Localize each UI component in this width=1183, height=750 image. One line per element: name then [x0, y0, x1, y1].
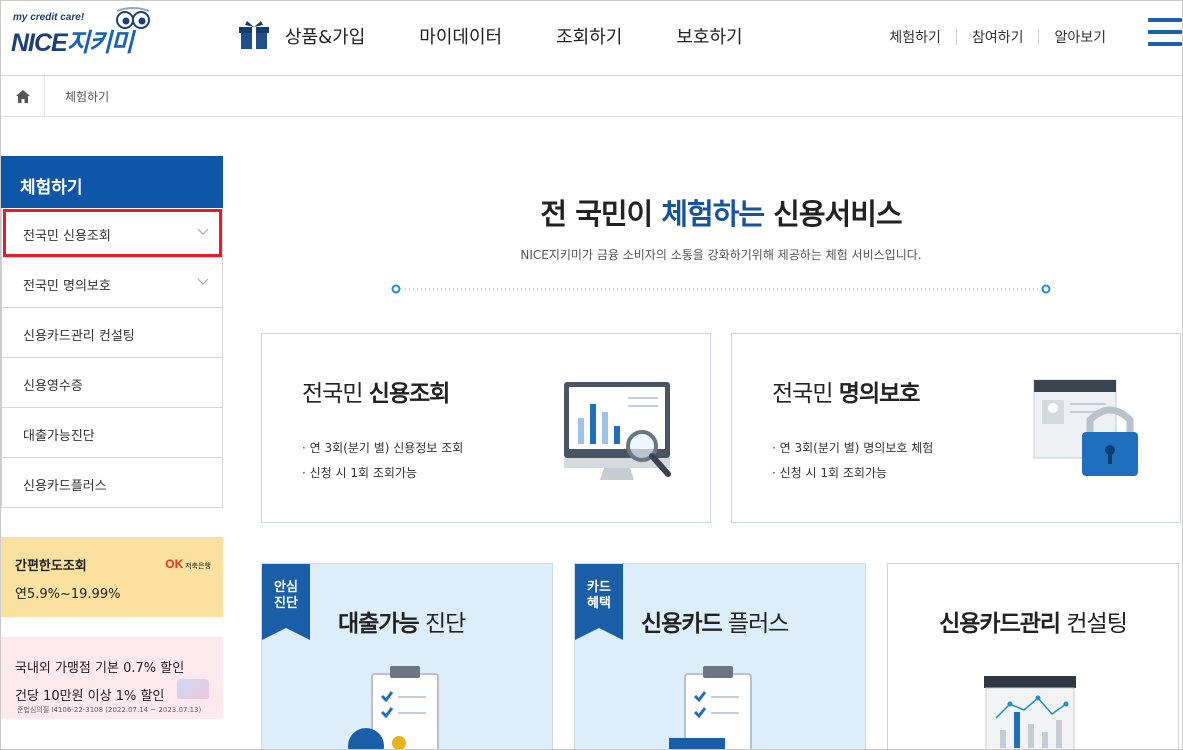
tile-loan-diagnosis[interactable]: 안심 진단 대출가능 진단 [261, 563, 553, 749]
menu-hamburger-icon[interactable] [1148, 18, 1182, 48]
gift-icon [239, 21, 269, 49]
sidebar-item-loan-diagnosis[interactable]: 대출가능진단 [2, 408, 223, 458]
tile-card-consulting[interactable]: 신용카드관리 컨설팅 [887, 563, 1179, 749]
tile-title: 대출가능 진단 [338, 604, 466, 638]
site-header: my credit care! NICE지키미 상품&가입 마이데이터 조회하기… [1, 1, 1182, 76]
card-title: 전국민 명의보호 [772, 374, 921, 408]
sidebar: 체험하기 전국민 신용조회 전국민 명의보호 신용카드관리 컨설팅 신용영수증 … [1, 156, 223, 508]
ribbon-line1: 안심 [274, 580, 298, 595]
clipboard-money-icon [348, 666, 439, 749]
sidebar-item-card-consulting[interactable]: 신용카드관리 컨설팅 [2, 308, 223, 358]
chevron-down-icon [198, 228, 208, 235]
card-line: · 연 3회(분기 별) 신용정보 조회 [302, 441, 464, 455]
card-credit-inquiry[interactable]: 전국민 신용조회 · 연 3회(분기 별) 신용정보 조회 · 신청 시 1회 … [261, 333, 711, 523]
tile-title-light: 진단 [418, 611, 466, 637]
sidebar-item-label: 대출가능진단 [23, 429, 95, 444]
nav-inquiry[interactable]: 조회하기 [556, 23, 622, 49]
sidebar-menu: 전국민 신용조회 전국민 명의보호 신용카드관리 컨설팅 신용영수증 대출가능진… [1, 208, 223, 508]
ribbon-label: 카드 혜택 [575, 564, 623, 640]
tile-title: 신용카드관리 컨설팅 [888, 604, 1178, 638]
util-participate[interactable]: 참여하기 [972, 27, 1024, 47]
tile-title: 신용카드 플러스 [641, 604, 789, 638]
page-title-post: 신용서비스 [764, 197, 902, 231]
sidebar-item-label: 전국민 신용조회 [23, 229, 111, 244]
ok-bank-sub: 저축은행 [185, 563, 211, 570]
home-icon[interactable] [1, 75, 45, 117]
card-title-light: 전국민 [302, 381, 369, 407]
nice-logo[interactable]: my credit care! NICE지키미 [11, 7, 161, 57]
monitor-chart-icon [564, 382, 671, 480]
credit-card-icon [177, 679, 209, 699]
sidebar-title: 체험하기 [1, 156, 223, 208]
ok-bank-logo: OK 저축은행 [165, 557, 211, 571]
nav-mydata[interactable]: 마이데이터 [419, 23, 502, 49]
util-experience[interactable]: 체험하기 [889, 27, 941, 47]
card-title-bold: 명의보호 [838, 381, 921, 407]
logo-tagline: my credit care! [13, 12, 85, 23]
util-divider [1038, 29, 1040, 45]
card-identity-protection[interactable]: 전국민 명의보호 · 연 3회(분기 별) 명의보호 체험 · 신청 시 1회 … [731, 333, 1181, 523]
card-line: · 연 3회(분기 별) 명의보호 체험 [772, 441, 934, 455]
tile-title-bold: 신용카드관리 [939, 611, 1061, 637]
logo-eyes-icon [116, 7, 150, 29]
tile-title-bold: 신용카드 [641, 611, 723, 637]
dotted-divider [391, 284, 1051, 294]
ad-card-notice: 준법심의필 I4106-22-3108 (2022.07.14 ~ 2023.0… [17, 706, 202, 714]
breadcrumb: 체험하기 [1, 75, 1182, 117]
sidebar-item-label: 신용카드플러스 [23, 479, 107, 494]
chevron-down-icon [198, 278, 208, 285]
sidebar-item-label: 신용카드관리 컨설팅 [23, 329, 135, 344]
ribbon-line2: 진단 [274, 596, 298, 611]
card-title-light: 전국민 [772, 381, 839, 407]
tile-card-plus[interactable]: 카드 혜택 신용카드 플러스 [574, 563, 866, 749]
ribbon-label: 안심 진단 [262, 564, 310, 640]
sidebar-item-credit-inquiry[interactable]: 전국민 신용조회 [2, 208, 223, 258]
presentation-board-icon [984, 676, 1076, 749]
util-divider [955, 29, 957, 45]
breadcrumb-current: 체험하기 [65, 89, 110, 104]
page-frame: my credit care! NICE지키미 상품&가입 마이데이터 조회하기… [0, 0, 1183, 750]
padlock-document-icon [1033, 379, 1138, 476]
loan-limit-ad[interactable]: 간편한도조회 연5.9%~19.99% OK 저축은행 [1, 537, 223, 617]
card-title-bold: 신용조회 [368, 381, 451, 407]
sidebar-item-credit-receipt[interactable]: 신용영수증 [2, 358, 223, 408]
sidebar-item-label: 전국민 명의보호 [23, 279, 111, 294]
tile-title-light: 컨설팅 [1060, 611, 1127, 637]
nav-products[interactable]: 상품&가입 [285, 23, 365, 49]
tile-title-bold: 대출가능 [338, 611, 420, 637]
ribbon-line1: 카드 [587, 580, 611, 595]
main-nav: 상품&가입 마이데이터 조회하기 보호하기 [239, 19, 797, 53]
tile-title-light: 플러스 [721, 611, 789, 637]
card-discount-ad[interactable]: 국내외 가맹점 기본 0.7% 할인 건당 10만원 이상 1% 할인 준법심의… [1, 637, 223, 719]
sidebar-item-identity-protection[interactable]: 전국민 명의보호 [2, 258, 223, 308]
page-title-em: 체험하는 [661, 197, 765, 231]
logo-brand-en: NICE [11, 29, 68, 57]
card-line: · 신청 시 1회 조회가능 [302, 466, 418, 480]
page-title: 전 국민이 체험하는 신용서비스 [261, 191, 1181, 233]
card-line: · 신청 시 1회 조회가능 [772, 466, 888, 480]
ribbon-line2: 혜택 [587, 596, 611, 611]
page-title-pre: 전 국민이 [540, 197, 662, 231]
sidebar-item-label: 신용영수증 [23, 379, 83, 394]
ad-loan-rate: 연5.9%~19.99% [15, 587, 121, 602]
ad-card-line1: 국내외 가맹점 기본 0.7% 할인 [15, 661, 185, 676]
clipboard-card-icon [669, 666, 752, 749]
ok-bank-brand: OK [165, 557, 184, 571]
util-learn[interactable]: 알아보기 [1054, 27, 1106, 47]
sidebar-item-card-plus[interactable]: 신용카드플러스 [2, 458, 223, 508]
page-subtitle: NICE지키미가 금융 소비자의 소통을 강화하기위해 제공하는 체험 서비스입… [520, 248, 922, 262]
nav-protect[interactable]: 보호하기 [676, 23, 742, 49]
util-nav: 체험하기 참여하기 알아보기 [889, 27, 1106, 47]
card-title: 전국민 신용조회 [302, 374, 451, 408]
